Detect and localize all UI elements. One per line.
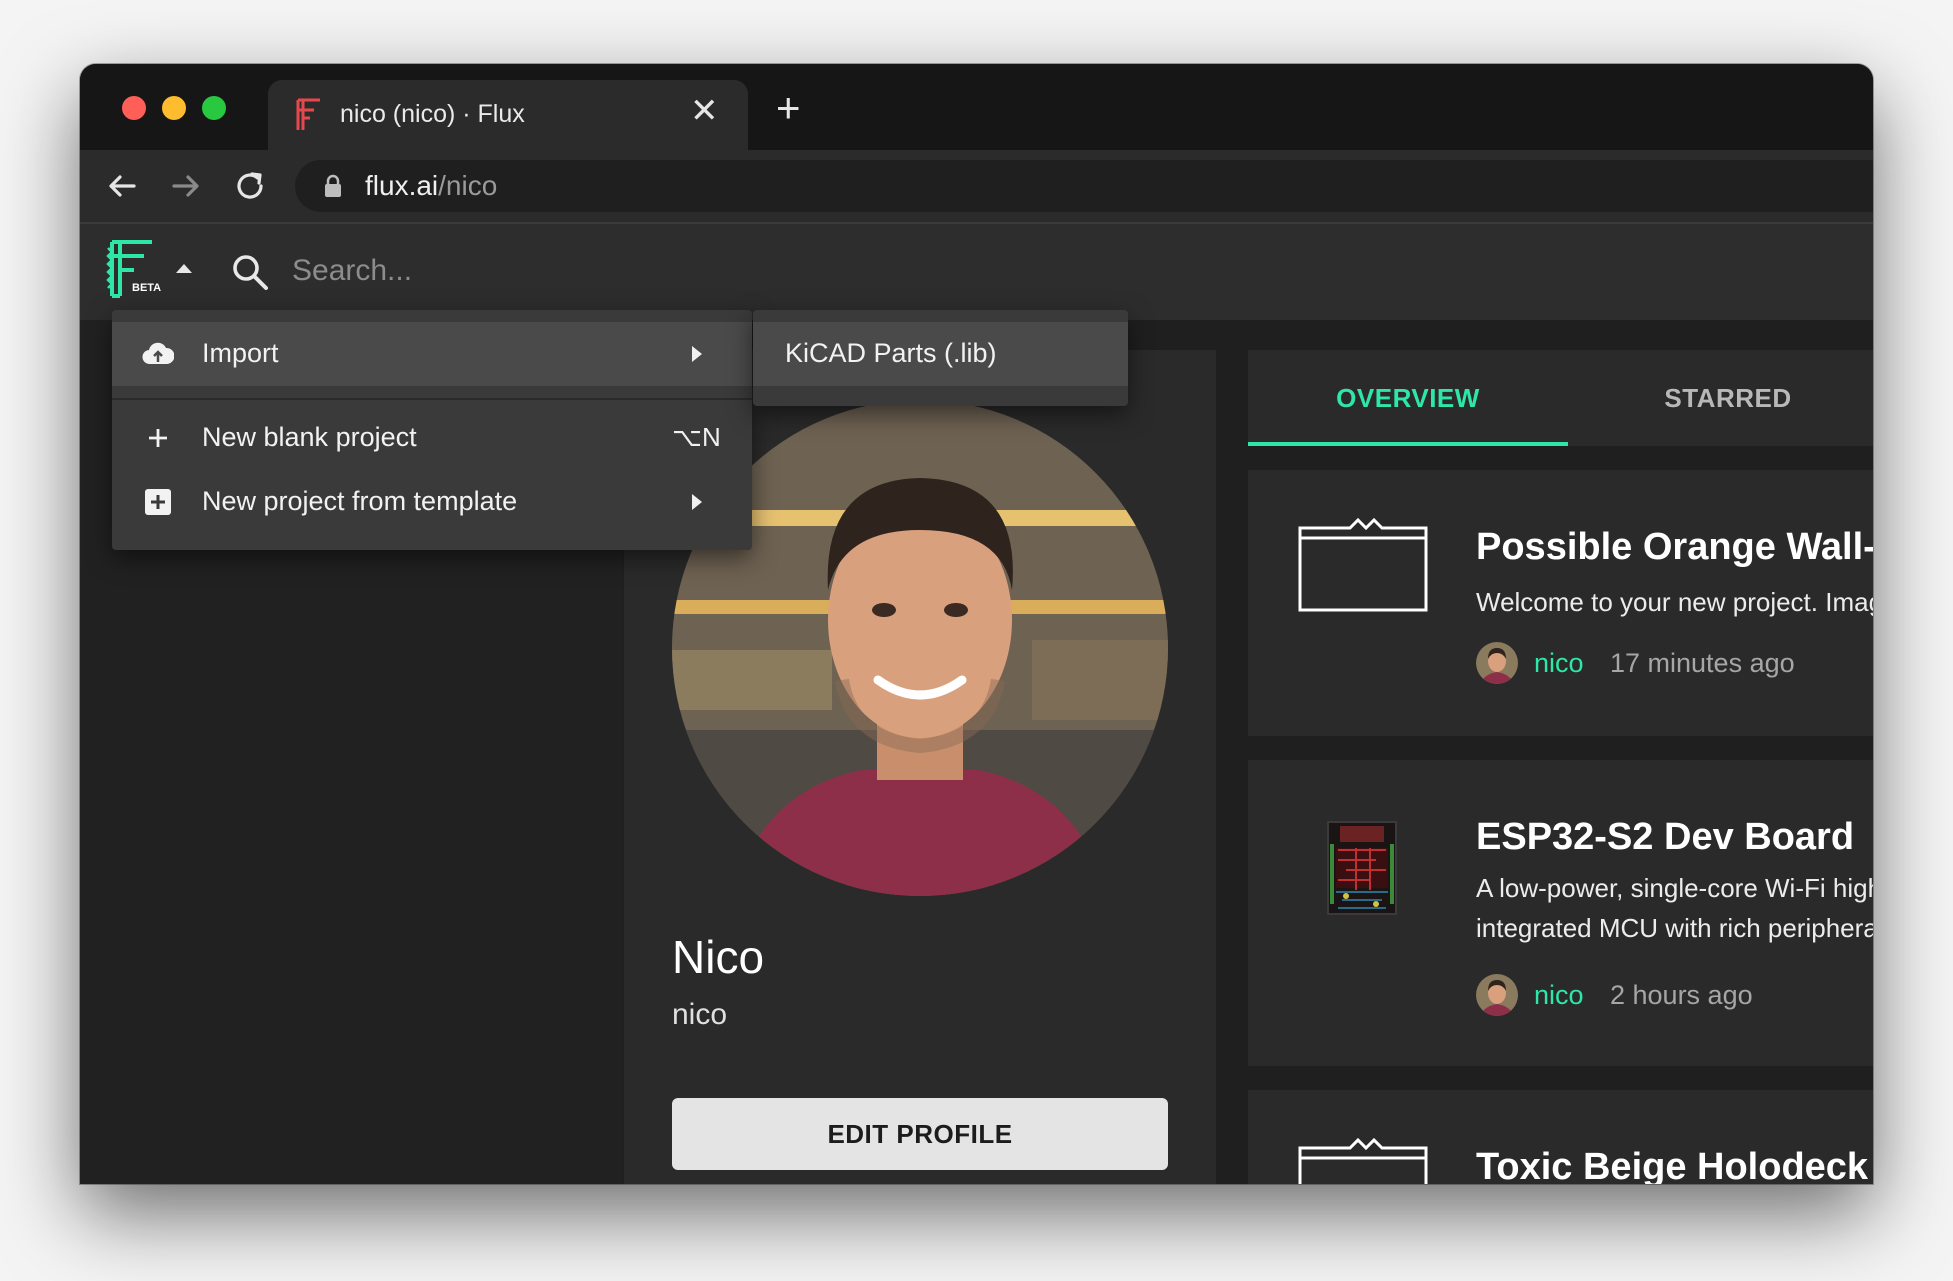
- plus-box-icon: [145, 489, 171, 515]
- close-window-button[interactable]: [122, 96, 146, 120]
- project-title[interactable]: Possible Orange Wall-E: [1476, 526, 1873, 569]
- project-title[interactable]: ESP32-S2 Dev Board: [1476, 816, 1854, 859]
- project-card[interactable]: Toxic Beige Holodeck: [1248, 1090, 1873, 1184]
- profile-tabs: OVERVIEW STARRED: [1248, 350, 1873, 446]
- url-field[interactable]: flux.ai/nico: [295, 160, 1873, 212]
- menu-item-new-blank-project[interactable]: New blank project ⌥N: [112, 406, 752, 470]
- beta-badge: BETA: [132, 282, 162, 294]
- browser-window: nico (nico) · Flux ✕ + flux.ai/nico BETA…: [80, 64, 1873, 1184]
- tab-starred[interactable]: STARRED: [1568, 350, 1873, 446]
- menu-item-new-project-from-template[interactable]: New project from template: [112, 470, 752, 534]
- menu-item-label: New blank project: [202, 422, 417, 452]
- submenu-arrow-icon: [692, 494, 702, 510]
- reload-icon[interactable]: [230, 166, 270, 206]
- folder-icon: [1298, 517, 1428, 612]
- tab-title: nico (nico) · Flux: [340, 100, 525, 128]
- import-submenu: KiCAD Parts (.lib): [753, 310, 1128, 406]
- menu-item-label: New project from template: [202, 486, 518, 516]
- menu-shortcut: ⌥N: [672, 422, 721, 452]
- pcb-thumbnail: [1327, 821, 1397, 915]
- search-input[interactable]: [290, 248, 894, 294]
- title-bar: nico (nico) · Flux ✕ +: [80, 64, 1873, 150]
- project-time: 2 hours ago: [1610, 980, 1753, 1010]
- project-time: 17 minutes ago: [1610, 648, 1795, 678]
- new-tab-button[interactable]: +: [776, 87, 801, 129]
- submenu-item-label: KiCAD Parts (.lib): [785, 338, 997, 368]
- submenu-item-kicad-parts[interactable]: KiCAD Parts (.lib): [753, 322, 1128, 386]
- plus-icon: [149, 429, 167, 447]
- menu-divider: [112, 398, 752, 400]
- search-icon: [233, 255, 268, 290]
- forward-icon[interactable]: [166, 166, 206, 206]
- projects-panel: OVERVIEW STARRED Possible Orange Wall-E …: [1248, 350, 1873, 1184]
- menu-item-label: Import: [202, 338, 279, 368]
- project-description: A low-power, single-core Wi-Fi highly in…: [1476, 873, 1873, 943]
- project-title[interactable]: Toxic Beige Holodeck: [1476, 1146, 1868, 1184]
- url-domain: flux.ai: [365, 170, 439, 201]
- profile-username: nico: [672, 998, 728, 1031]
- project-card[interactable]: ESP32-S2 Dev Board A low-power, single-c…: [1248, 760, 1873, 1066]
- submenu-arrow-icon: [692, 346, 702, 362]
- url-text: flux.ai/nico: [365, 170, 497, 202]
- url-path: /nico: [438, 170, 498, 201]
- author-avatar: [1476, 642, 1518, 684]
- back-icon[interactable]: [102, 166, 142, 206]
- app-header: BETA: [80, 224, 1873, 320]
- browser-tab[interactable]: nico (nico) · Flux ✕: [268, 80, 748, 150]
- folder-icon: [1298, 1137, 1428, 1184]
- project-card[interactable]: Possible Orange Wall-E Welcome to your n…: [1248, 470, 1873, 736]
- app-dropdown-menu: Import New blank project ⌥N New project …: [112, 310, 752, 550]
- tab-close-icon[interactable]: ✕: [690, 94, 719, 128]
- minimize-window-button[interactable]: [162, 96, 186, 120]
- address-bar: flux.ai/nico: [80, 150, 1873, 224]
- menu-caret-icon[interactable]: [176, 264, 192, 273]
- author-link[interactable]: nico: [1534, 980, 1584, 1011]
- author-link[interactable]: nico: [1534, 648, 1584, 679]
- flux-favicon-icon: [296, 98, 320, 130]
- maximize-window-button[interactable]: [202, 96, 226, 120]
- tab-overview[interactable]: OVERVIEW: [1248, 350, 1568, 446]
- edit-profile-button[interactable]: EDIT PROFILE: [672, 1098, 1168, 1170]
- menu-item-import[interactable]: Import: [112, 322, 752, 386]
- lock-icon: [325, 174, 341, 197]
- project-description: Welcome to your new project. Imagine wha…: [1476, 587, 1873, 617]
- cloud-upload-icon: [142, 342, 174, 365]
- author-avatar: [1476, 974, 1518, 1016]
- profile-name: Nico: [672, 931, 765, 983]
